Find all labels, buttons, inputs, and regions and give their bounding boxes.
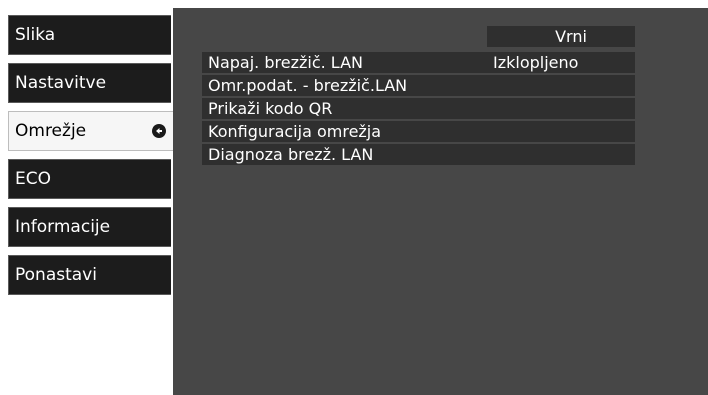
tab-label: Nastavitve [15,73,107,93]
sidebar-menu: Slika Nastavitve Omrežje ECO Informacije… [0,0,176,395]
selected-indicator-icon [152,124,166,138]
tab-slika[interactable]: Slika [8,15,171,55]
menu-item-label: Diagnoza brezž. LAN [208,145,374,164]
tab-label: Informacije [15,217,111,237]
menu-item-value: Izklopljeno [493,53,579,72]
menu-item-network-configuration[interactable]: Konfiguracija omrežja [202,121,635,142]
tab-label: Omrežje [15,121,87,141]
menu-item-wireless-power[interactable]: Napaj. brezžič. LAN Izklopljeno [202,52,635,73]
tab-ponastavi[interactable]: Ponastavi [8,255,171,295]
menu-item-show-qr-code[interactable]: Prikaži kodo QR [202,98,635,119]
tab-omrezje[interactable]: Omrežje [8,111,176,151]
tab-label: Slika [15,25,56,45]
menu-item-wireless-network-data[interactable]: Omr.podat. - brezžič.LAN [202,75,635,96]
menu-item-label: Prikaži kodo QR [208,99,333,118]
tab-informacije[interactable]: Informacije [8,207,171,247]
menu-item-label: Konfiguracija omrežja [208,122,382,141]
menu-item-label: Napaj. brezžič. LAN [208,53,363,72]
menu-item-label: Omr.podat. - brezžič.LAN [208,76,408,95]
tab-eco[interactable]: ECO [8,159,171,199]
menu-item-wireless-diagnosis[interactable]: Diagnoza brezž. LAN [202,144,635,165]
tab-label: ECO [15,169,51,189]
tab-nastavitve[interactable]: Nastavitve [8,63,171,103]
tab-label: Ponastavi [15,265,97,285]
back-button[interactable]: Vrni [487,26,635,47]
